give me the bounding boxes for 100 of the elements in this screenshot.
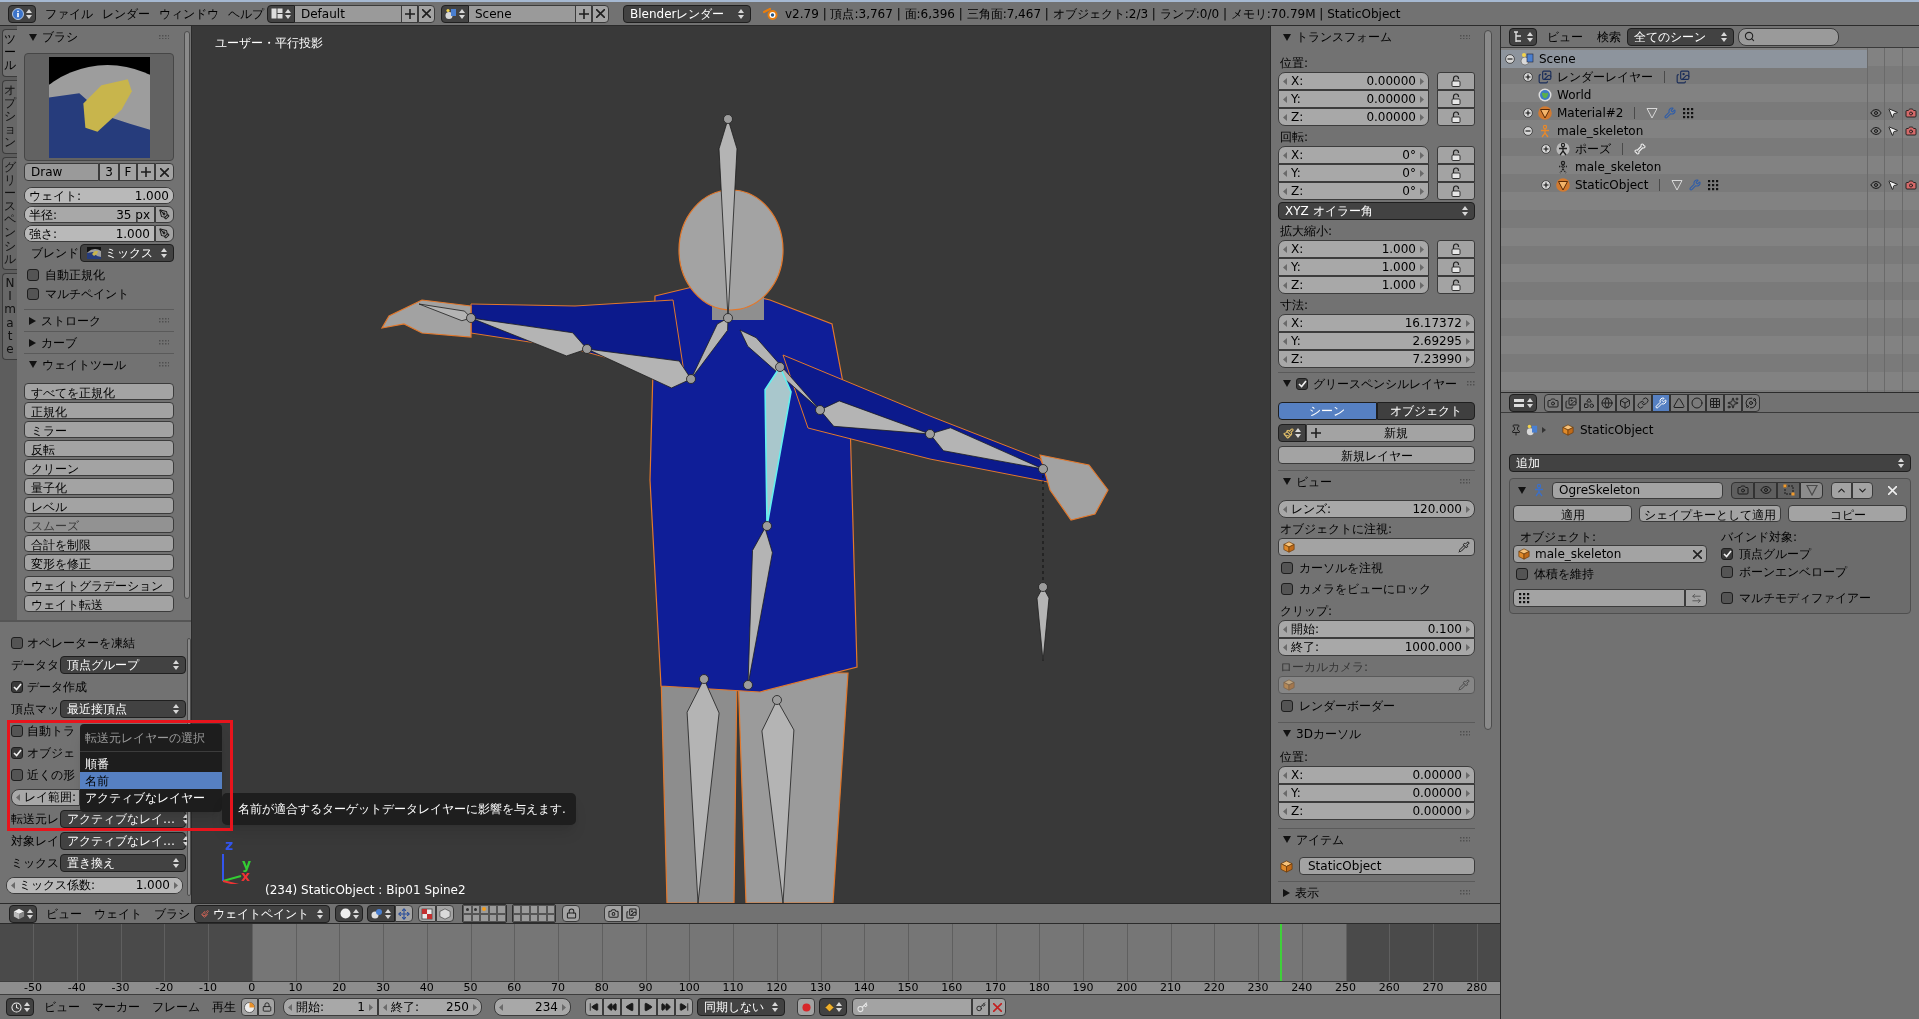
grip-icon[interactable]	[158, 34, 169, 40]
camera-icon[interactable]	[1904, 179, 1917, 191]
number-field[interactable]: Y: 2.69295	[1278, 332, 1475, 350]
dropdown[interactable]: アクティブなレイ…	[60, 810, 186, 828]
number-field[interactable]: Z: 0.00000	[1278, 802, 1475, 820]
number-field[interactable]: 234	[494, 998, 571, 1016]
object-field[interactable]: male_skeleton	[1513, 545, 1707, 563]
number-field[interactable]: Y: 0.00000	[1278, 90, 1429, 108]
checkbox[interactable]	[1721, 566, 1733, 578]
editor-type-button[interactable]	[6, 998, 34, 1016]
delete-keyframe-button[interactable]	[989, 998, 1006, 1016]
triangle-down-icon[interactable]	[1283, 380, 1291, 387]
panel-title[interactable]: カーブ	[41, 333, 77, 352]
face-mask-button[interactable]	[418, 905, 436, 922]
name-field[interactable]: StaticObject	[1299, 857, 1475, 875]
number-field[interactable]: Y: 0°	[1278, 164, 1429, 182]
checkbox[interactable]	[1516, 567, 1528, 580]
tool-button[interactable]: 正規化	[24, 402, 174, 419]
playback-button[interactable]	[657, 998, 675, 1016]
lock-button[interactable]	[1437, 108, 1475, 126]
number-field[interactable]: Z: 0°	[1278, 182, 1429, 200]
triangle-right-icon[interactable]	[29, 338, 36, 347]
lock-button[interactable]	[1437, 90, 1475, 108]
eye-icon[interactable]	[1869, 179, 1882, 191]
menu-item[interactable]: 再生	[212, 998, 236, 1016]
menu-item[interactable]: フレーム	[152, 998, 200, 1016]
toggle-button[interactable]	[1777, 481, 1800, 499]
triangle-down-icon[interactable]	[1283, 33, 1291, 41]
playback-button[interactable]	[621, 998, 639, 1016]
layer-button[interactable]	[488, 905, 497, 914]
add-button[interactable]	[401, 4, 418, 23]
keying-set-field[interactable]	[852, 998, 972, 1016]
editor-type-button[interactable]	[9, 904, 37, 923]
menu-item[interactable]: ビュー	[1547, 27, 1583, 46]
add-button[interactable]	[575, 4, 592, 23]
scrollbar-thumb[interactable]	[1483, 30, 1492, 730]
context-tab[interactable]	[1652, 393, 1670, 412]
playback-button[interactable]	[603, 998, 621, 1016]
panel-title[interactable]: ウェイトツール	[42, 355, 126, 374]
pin-icon[interactable]	[1510, 424, 1522, 436]
checkbox[interactable]	[1721, 548, 1733, 560]
remove-button[interactable]	[592, 4, 609, 23]
search-field[interactable]	[1738, 27, 1839, 46]
checkbox[interactable]	[1721, 592, 1733, 604]
panel-title[interactable]: グリースペンシルレイヤー	[1313, 374, 1457, 393]
users-count-button[interactable]: 3	[99, 163, 119, 181]
grip-icon[interactable]	[1459, 34, 1470, 40]
menu-item[interactable]: アクティブなレイヤー	[80, 789, 222, 806]
object-field[interactable]	[1278, 538, 1475, 556]
layer-button[interactable]	[480, 905, 489, 914]
checkbox[interactable]	[1281, 561, 1293, 574]
expand-icon[interactable]	[1523, 108, 1533, 118]
new-layer-button[interactable]: 新規レイヤー	[1278, 446, 1475, 464]
layer-button[interactable]	[512, 905, 521, 914]
triangle-down-icon[interactable]	[1283, 836, 1291, 843]
outliner-row[interactable]: レンダーレイヤー	[1501, 68, 1867, 86]
dropdown[interactable]: ミックス	[80, 243, 174, 262]
editor-type-button[interactable]	[8, 4, 36, 23]
tool-button[interactable]: ウェイトグラデーション	[24, 576, 174, 593]
checkbox[interactable]	[1281, 582, 1293, 595]
checkbox[interactable]	[1296, 377, 1308, 390]
remove-button[interactable]	[418, 4, 435, 23]
eye-icon[interactable]	[1869, 125, 1882, 137]
slider-field[interactable]: 強さ: 1.000	[24, 225, 155, 242]
layer-button[interactable]	[529, 905, 538, 914]
dropdown[interactable]: Blenderレンダー	[623, 4, 751, 23]
triangle-down-icon[interactable]	[29, 361, 37, 368]
action-button[interactable]: コピー	[1788, 505, 1907, 522]
number-field[interactable]: X: 16.17372	[1278, 314, 1475, 332]
lock-button[interactable]	[1437, 72, 1475, 90]
camera-icon[interactable]	[1904, 125, 1917, 137]
checkbox[interactable]	[1281, 699, 1293, 712]
menu-item[interactable]: 名前	[80, 772, 222, 789]
expand-icon[interactable]	[1541, 180, 1551, 190]
number-field[interactable]: Z: 7.23990	[1278, 350, 1475, 368]
panel-tab[interactable]: ツール	[2, 29, 17, 77]
layer-button[interactable]	[521, 905, 530, 914]
pointer-icon[interactable]	[1887, 107, 1899, 119]
panel-title[interactable]: トランスフォーム	[1296, 28, 1392, 46]
number-field[interactable]: X: 1.000	[1278, 240, 1429, 258]
dropdown[interactable]: 同期しない	[697, 998, 785, 1016]
scrollbar-thumb[interactable]	[184, 31, 190, 599]
text-field[interactable]: Scene	[469, 4, 575, 23]
menu-item[interactable]: 検索	[1597, 27, 1621, 46]
context-tab[interactable]	[1616, 393, 1634, 412]
vertex-mask-button[interactable]	[436, 905, 454, 922]
context-tab[interactable]	[1742, 393, 1760, 412]
number-field[interactable]: 終了: 1000.000	[1278, 638, 1475, 656]
shading-dropdown[interactable]	[335, 905, 363, 922]
insert-keyframe-button[interactable]	[972, 998, 989, 1016]
camera-icon[interactable]	[1904, 107, 1917, 119]
lock-layers-button[interactable]	[562, 905, 580, 922]
outliner-row[interactable]: male_skeleton	[1501, 158, 1867, 176]
lock-button[interactable]	[1437, 258, 1475, 276]
outliner-row[interactable]: Scene	[1501, 50, 1867, 68]
tool-button[interactable]: すべてを正規化	[24, 383, 174, 400]
grip-icon[interactable]	[158, 318, 169, 323]
panel-title[interactable]: 表示	[1295, 883, 1319, 902]
grip-icon[interactable]	[158, 340, 169, 345]
panel-title[interactable]: ブラシ	[42, 28, 78, 46]
